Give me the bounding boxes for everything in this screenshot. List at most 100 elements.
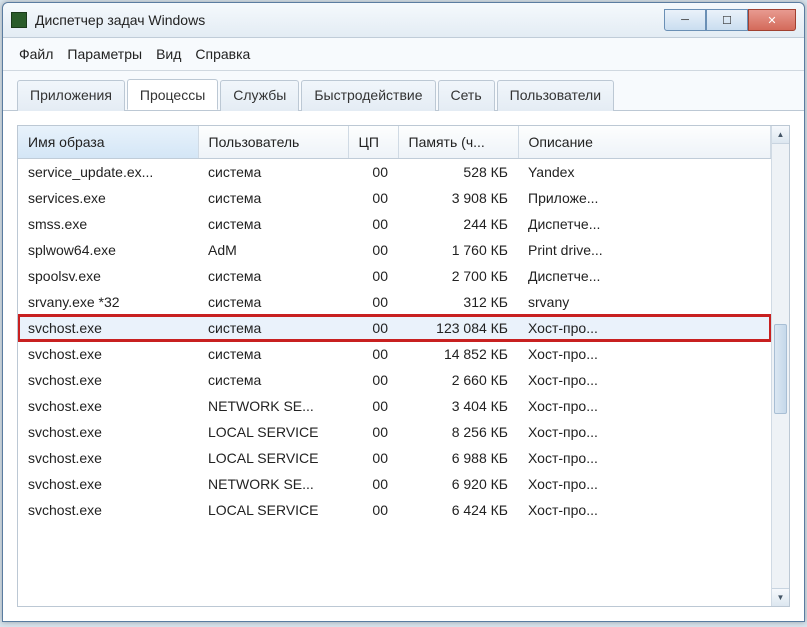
cell-desc: Хост-про...	[518, 445, 771, 471]
col-memory[interactable]: Память (ч...	[398, 126, 518, 159]
cell-desc: Хост-про...	[518, 497, 771, 523]
cell-desc: Хост-про...	[518, 471, 771, 497]
window-title: Диспетчер задач Windows	[35, 12, 664, 28]
cell-cpu: 00	[348, 419, 398, 445]
table-row[interactable]: service_update.ex...система00528 КБYande…	[18, 159, 771, 186]
window-controls: ─ ☐ ✕	[664, 9, 796, 31]
close-button[interactable]: ✕	[748, 9, 796, 31]
table-row[interactable]: svchost.exeLOCAL SERVICE006 988 КБХост-п…	[18, 445, 771, 471]
cell-user: LOCAL SERVICE	[198, 445, 348, 471]
cell-user: система	[198, 341, 348, 367]
cell-cpu: 00	[348, 341, 398, 367]
cell-desc: Диспетче...	[518, 211, 771, 237]
cell-memory: 1 760 КБ	[398, 237, 518, 263]
cell-desc: Хост-про...	[518, 419, 771, 445]
menu-help[interactable]: Справка	[195, 46, 250, 62]
cell-image: svchost.exe	[18, 341, 198, 367]
cell-user: AdM	[198, 237, 348, 263]
cell-image: service_update.ex...	[18, 159, 198, 186]
cell-cpu: 00	[348, 445, 398, 471]
cell-user: LOCAL SERVICE	[198, 497, 348, 523]
scroll-down-arrow[interactable]: ▼	[772, 588, 789, 606]
cell-memory: 3 908 КБ	[398, 185, 518, 211]
table-row[interactable]: services.exeсистема003 908 КБПриложе...	[18, 185, 771, 211]
table-row[interactable]: svchost.exeсистема002 660 КБХост-про...	[18, 367, 771, 393]
table-row[interactable]: svchost.exeNETWORK SE...006 920 КБХост-п…	[18, 471, 771, 497]
cell-memory: 2 660 КБ	[398, 367, 518, 393]
scroll-thumb[interactable]	[774, 324, 787, 414]
cell-desc: Хост-про...	[518, 315, 771, 341]
table-row[interactable]: smss.exeсистема00244 КБДиспетче...	[18, 211, 771, 237]
minimize-button[interactable]: ─	[664, 9, 706, 31]
cell-desc: srvany	[518, 289, 771, 315]
tab-performance[interactable]: Быстродействие	[301, 80, 435, 111]
maximize-button[interactable]: ☐	[706, 9, 748, 31]
content-area: Имя образа Пользователь ЦП Память (ч... …	[3, 111, 804, 621]
cell-desc: Хост-про...	[518, 341, 771, 367]
cell-user: система	[198, 315, 348, 341]
tab-services[interactable]: Службы	[220, 80, 299, 111]
cell-image: svchost.exe	[18, 471, 198, 497]
cell-image: svchost.exe	[18, 445, 198, 471]
cell-memory: 312 КБ	[398, 289, 518, 315]
tab-network[interactable]: Сеть	[438, 80, 495, 111]
vertical-scrollbar[interactable]: ▲ ▼	[771, 126, 789, 606]
cell-user: система	[198, 263, 348, 289]
cell-cpu: 00	[348, 393, 398, 419]
tab-applications[interactable]: Приложения	[17, 80, 125, 111]
cell-image: spoolsv.exe	[18, 263, 198, 289]
menu-view[interactable]: Вид	[156, 46, 181, 62]
menu-options[interactable]: Параметры	[67, 46, 142, 62]
table-row[interactable]: svchost.exeсистема0014 852 КБХост-про...	[18, 341, 771, 367]
cell-cpu: 00	[348, 185, 398, 211]
cell-desc: Хост-про...	[518, 367, 771, 393]
titlebar[interactable]: Диспетчер задач Windows ─ ☐ ✕	[3, 3, 804, 38]
table-row[interactable]: svchost.exeсистема00123 084 КБХост-про..…	[18, 315, 771, 341]
table-row[interactable]: splwow64.exeAdM001 760 КБPrint drive...	[18, 237, 771, 263]
col-user[interactable]: Пользователь	[198, 126, 348, 159]
scroll-up-arrow[interactable]: ▲	[772, 126, 789, 144]
table-header-row: Имя образа Пользователь ЦП Память (ч... …	[18, 126, 771, 159]
cell-cpu: 00	[348, 289, 398, 315]
tab-bar: Приложения Процессы Службы Быстродействи…	[3, 71, 804, 111]
cell-memory: 14 852 КБ	[398, 341, 518, 367]
cell-desc: Приложе...	[518, 185, 771, 211]
table-row[interactable]: srvany.exe *32система00312 КБsrvany	[18, 289, 771, 315]
col-image[interactable]: Имя образа	[18, 126, 198, 159]
process-table-wrap: Имя образа Пользователь ЦП Память (ч... …	[17, 125, 790, 607]
cell-desc: Yandex	[518, 159, 771, 186]
cell-memory: 123 084 КБ	[398, 315, 518, 341]
cell-cpu: 00	[348, 211, 398, 237]
cell-user: система	[198, 159, 348, 186]
menu-file[interactable]: Файл	[19, 46, 53, 62]
cell-cpu: 00	[348, 237, 398, 263]
cell-memory: 3 404 КБ	[398, 393, 518, 419]
process-table: Имя образа Пользователь ЦП Память (ч... …	[18, 126, 771, 523]
task-manager-window: Диспетчер задач Windows ─ ☐ ✕ Файл Парам…	[2, 2, 805, 622]
tab-processes[interactable]: Процессы	[127, 79, 218, 110]
cell-cpu: 00	[348, 471, 398, 497]
cell-image: svchost.exe	[18, 419, 198, 445]
col-cpu[interactable]: ЦП	[348, 126, 398, 159]
cell-memory: 8 256 КБ	[398, 419, 518, 445]
cell-user: NETWORK SE...	[198, 393, 348, 419]
table-row[interactable]: spoolsv.exeсистема002 700 КБДиспетче...	[18, 263, 771, 289]
col-description[interactable]: Описание	[518, 126, 771, 159]
cell-user: система	[198, 289, 348, 315]
app-icon	[11, 12, 27, 28]
cell-memory: 528 КБ	[398, 159, 518, 186]
cell-user: система	[198, 367, 348, 393]
cell-cpu: 00	[348, 315, 398, 341]
table-row[interactable]: svchost.exeNETWORK SE...003 404 КБХост-п…	[18, 393, 771, 419]
table-row[interactable]: svchost.exeLOCAL SERVICE006 424 КБХост-п…	[18, 497, 771, 523]
cell-desc: Хост-про...	[518, 393, 771, 419]
cell-image: srvany.exe *32	[18, 289, 198, 315]
cell-image: services.exe	[18, 185, 198, 211]
cell-cpu: 00	[348, 159, 398, 186]
cell-memory: 244 КБ	[398, 211, 518, 237]
cell-cpu: 00	[348, 263, 398, 289]
scroll-track[interactable]	[772, 144, 789, 588]
cell-image: svchost.exe	[18, 497, 198, 523]
table-row[interactable]: svchost.exeLOCAL SERVICE008 256 КБХост-п…	[18, 419, 771, 445]
tab-users[interactable]: Пользователи	[497, 80, 614, 111]
